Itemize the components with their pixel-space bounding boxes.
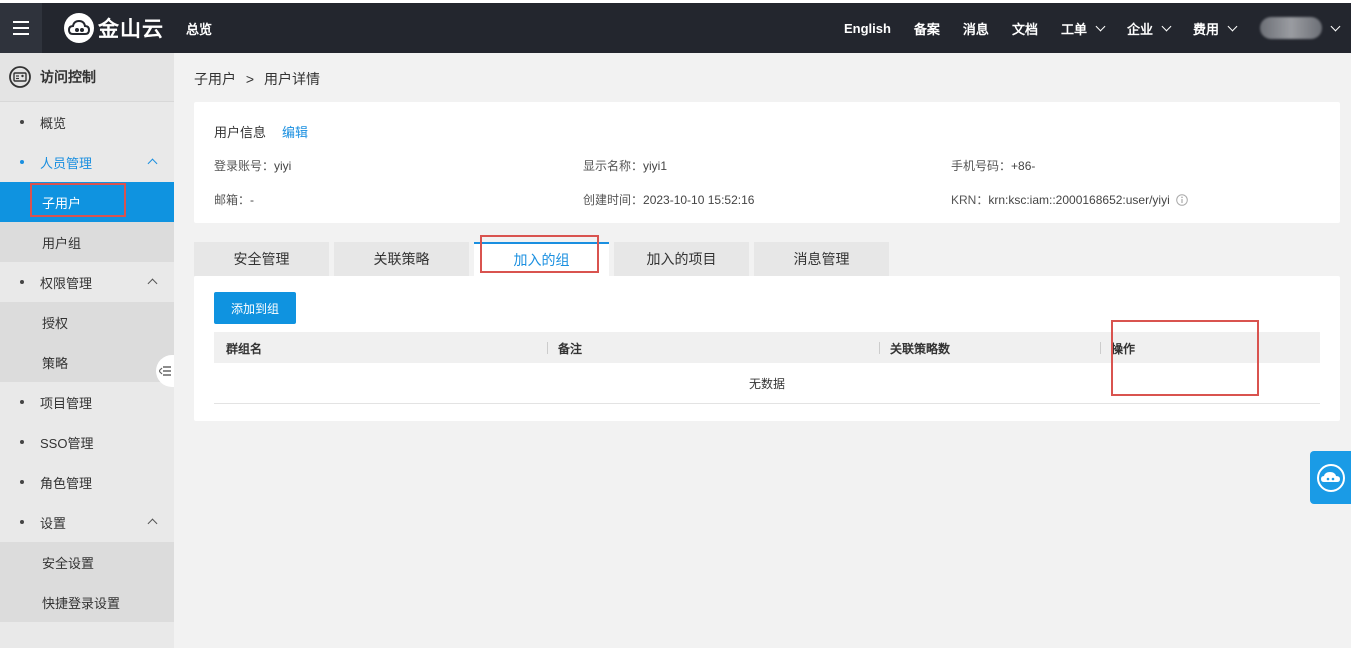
billing-dropdown[interactable]: 费用	[1192, 19, 1238, 38]
email-field: 邮箱：-	[214, 193, 255, 207]
created-time-field: 创建时间：2023-10-10 15:52:16	[583, 193, 755, 207]
account-avatar	[1260, 17, 1322, 39]
chevron-down-icon	[1095, 21, 1106, 31]
add-to-group-button[interactable]: 添加到组	[214, 292, 296, 324]
groups-table-header: 群组名 备注 关联策略数 操作	[214, 332, 1320, 363]
sidebar-item-policy[interactable]: 策略	[0, 342, 174, 382]
tab-messages[interactable]: 消息管理	[754, 242, 889, 276]
ticket-dropdown[interactable]: 工单	[1060, 19, 1106, 38]
sidebar-item-quick-login[interactable]: 快捷登录设置	[0, 582, 174, 622]
column-actions: 操作	[1111, 342, 1136, 356]
sidebar-title: 访问控制	[0, 53, 174, 102]
top-right-menu: English 备案 消息 文档 工单 企业 费用	[821, 3, 1341, 53]
breadcrumb: 子用户 > 用户详情	[194, 69, 320, 89]
sidebar-item-sso[interactable]: SSO管理	[0, 422, 174, 462]
phone-field: 手机号码：+86-	[951, 159, 1036, 173]
account-dropdown[interactable]	[1236, 17, 1341, 39]
sidebar-item-permission[interactable]: 权限管理	[0, 262, 174, 302]
docs-link[interactable]: 文档	[1012, 19, 1038, 38]
messages-link[interactable]: 消息	[963, 19, 989, 38]
logo[interactable]: 金山云	[64, 13, 164, 43]
breadcrumb-current: 用户详情	[263, 71, 320, 87]
chevron-up-icon	[147, 278, 158, 289]
sidebar-item-settings[interactable]: 设置	[0, 502, 174, 542]
sidebar-item-overview[interactable]: 概览	[0, 102, 174, 142]
filing-link[interactable]: 备案	[914, 19, 940, 38]
logo-text: 金山云	[98, 17, 164, 41]
chevron-up-icon	[147, 158, 158, 169]
user-info-heading: 用户信息	[214, 125, 267, 140]
ticket-label: 工单	[1060, 21, 1087, 37]
info-icon[interactable]	[1176, 194, 1188, 206]
display-name-field: 显示名称：yiyi1	[583, 159, 668, 173]
tab-policies[interactable]: 关联策略	[334, 242, 469, 276]
billing-label: 费用	[1192, 21, 1219, 37]
breadcrumb-separator: >	[245, 71, 255, 87]
sidebar-item-security-settings[interactable]: 安全设置	[0, 542, 174, 582]
sidebar-item-project[interactable]: 项目管理	[0, 382, 174, 422]
overview-link[interactable]: 总览	[186, 19, 212, 38]
sidebar-item-personnel[interactable]: 人员管理	[0, 142, 174, 182]
id-card-icon	[9, 66, 31, 88]
tab-security[interactable]: 安全管理	[194, 242, 329, 276]
cloud-logo-icon	[64, 13, 94, 43]
krn-field: KRN：krn:ksc:iam::2000168652:user/yiyi	[951, 191, 1188, 208]
chevron-down-icon	[1161, 21, 1172, 31]
enterprise-label: 企业	[1126, 21, 1153, 37]
column-policy-count: 关联策略数	[890, 342, 951, 356]
enterprise-dropdown[interactable]: 企业	[1126, 19, 1172, 38]
floating-support-button[interactable]	[1310, 451, 1351, 504]
sidebar-item-role[interactable]: 角色管理	[0, 462, 174, 502]
sidebar-item-authorize[interactable]: 授权	[0, 302, 174, 342]
tab-groups[interactable]: 加入的组	[474, 242, 609, 276]
login-account-field: 登录账号：yiyi	[214, 159, 292, 173]
hamburger-menu-icon[interactable]	[0, 3, 42, 53]
cloud-chat-icon	[1316, 463, 1345, 492]
top-navigation-bar: 金山云 总览 English 备案 消息 文档 工单 企业 费用	[0, 3, 1351, 53]
chevron-up-icon	[147, 518, 158, 529]
sidebar: 访问控制 概览 人员管理 子用户 用户组 权限管理 授权 策略 项目管理 SSO…	[0, 53, 174, 648]
detail-tabs: 安全管理 关联策略 加入的组 加入的项目 消息管理	[194, 242, 889, 276]
user-info-card: 用户信息 编辑 登录账号：yiyi 显示名称：yiyi1 手机号码：+86- 邮…	[194, 102, 1340, 223]
column-remark: 备注	[558, 342, 583, 356]
groups-panel: 添加到组 群组名 备注 关联策略数 操作 无数据	[194, 276, 1340, 421]
column-group-name: 群组名	[226, 342, 263, 356]
english-link[interactable]: English	[844, 21, 891, 36]
user-info-header: 用户信息 编辑	[214, 122, 308, 141]
sidebar-title-text: 访问控制	[40, 69, 96, 85]
sidebar-item-usergroup[interactable]: 用户组	[0, 222, 174, 262]
sidebar-item-subuser[interactable]: 子用户	[0, 182, 174, 222]
empty-state: 无数据	[214, 363, 1320, 404]
chevron-down-icon	[1330, 21, 1341, 31]
edit-link[interactable]: 编辑	[282, 122, 308, 141]
tab-projects[interactable]: 加入的项目	[614, 242, 749, 276]
breadcrumb-parent-link[interactable]: 子用户	[194, 71, 236, 87]
